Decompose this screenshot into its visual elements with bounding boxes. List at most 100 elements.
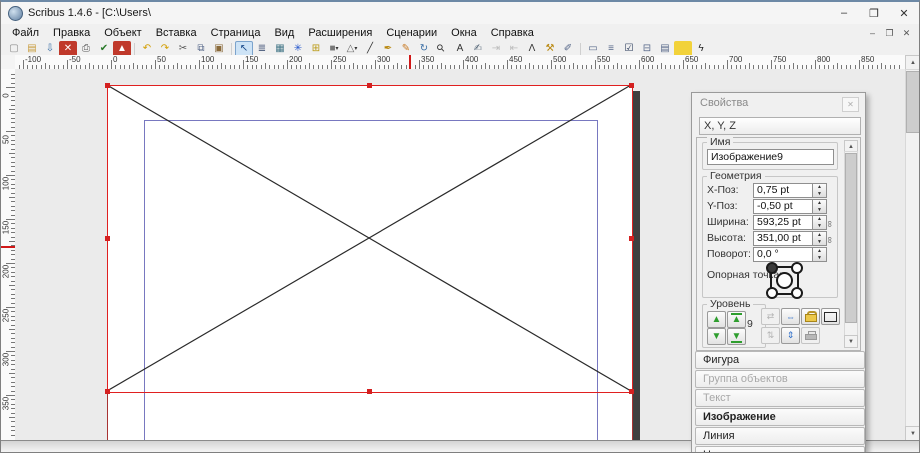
basepoint-bottom-left[interactable]	[766, 287, 778, 299]
level-group: Уровень 9 ▲▲▼▼	[702, 304, 766, 348]
menu-file[interactable]: Файл	[5, 25, 46, 41]
mdi-minimize-button[interactable]: –	[864, 28, 881, 39]
mouse-position-mark	[1, 246, 15, 248]
selection-handle[interactable]	[629, 83, 634, 88]
basepoint-selector[interactable]	[763, 261, 803, 297]
tick	[331, 60, 332, 69]
palette-close-button[interactable]: ✕	[842, 97, 859, 112]
menu-windows[interactable]: Окна	[444, 25, 484, 41]
height-field[interactable]: 351,00 pt▲▼	[753, 231, 827, 246]
flip-horizontal-group-button: ⇄	[761, 308, 780, 325]
basepoint-top-right[interactable]	[791, 262, 803, 274]
selection-handle[interactable]	[367, 389, 372, 394]
selection-handle[interactable]	[105, 236, 110, 241]
width-spinner[interactable]: ▲▼	[812, 215, 827, 230]
tab-image[interactable]: Изображение	[695, 408, 865, 426]
restore-button[interactable]: ❐	[859, 2, 889, 24]
selection-handle[interactable]	[105, 389, 110, 394]
menu-script[interactable]: Сценарии	[379, 25, 444, 41]
y-pos-spinner[interactable]: ▲▼	[812, 199, 827, 214]
rotation-label: Поворот:	[707, 248, 751, 260]
basepoint-top-left[interactable]	[766, 262, 778, 274]
ruler-label: 800	[817, 55, 830, 64]
panel-scroll-down-arrow[interactable]: ▼	[844, 335, 858, 348]
menu-page[interactable]: Страница	[204, 25, 268, 41]
y-pos-label: Y-Поз:	[707, 200, 738, 212]
x-pos-value[interactable]: 0,75 pt	[753, 183, 812, 198]
ruler-label: 400	[465, 55, 478, 64]
height-spinner[interactable]: ▲▼	[812, 231, 827, 246]
menu-insert[interactable]: Вставка	[149, 25, 204, 41]
rotation-value[interactable]: 0,0 °	[753, 247, 812, 262]
lower-to-bottom-button[interactable]: ▼	[727, 328, 746, 345]
y-pos-field[interactable]: -0,50 pt▲▼	[753, 199, 827, 214]
tab-line[interactable]: Линия	[695, 427, 865, 445]
lock-object-button[interactable]	[801, 308, 820, 325]
rotation-spinner[interactable]: ▲▼	[812, 247, 827, 262]
ruler-label: 150	[245, 55, 258, 64]
xyz-content: Имя Изображение9 Геометрия ∞ ∞ Опорная т…	[696, 137, 861, 351]
x-pos-spinner[interactable]: ▲▼	[812, 183, 827, 198]
minimize-button[interactable]: –	[829, 2, 859, 24]
menu-extras[interactable]: Расширения	[301, 25, 379, 41]
tick	[859, 60, 860, 69]
name-input[interactable]: Изображение9	[707, 149, 834, 165]
tick	[771, 60, 772, 69]
level-value: 9	[747, 318, 753, 330]
flip-vertical-button[interactable]: ⇕	[781, 327, 800, 344]
width-field[interactable]: 593,25 pt▲▼	[753, 215, 827, 230]
basepoint-center[interactable]	[776, 272, 793, 289]
ruler-label: 600	[641, 55, 654, 64]
tick	[287, 60, 288, 69]
mdi-restore-button[interactable]: ❐	[881, 28, 898, 39]
mdi-close-button[interactable]: ✕	[898, 28, 915, 39]
selection-handle[interactable]	[629, 236, 634, 241]
raise-to-top-button[interactable]: ▲	[727, 311, 746, 328]
raise-button[interactable]: ▲	[707, 311, 726, 328]
tab-xyz[interactable]: X, Y, Z	[699, 117, 861, 135]
menu-items: ФайлПравкаОбъектВставкаСтраницаВидРасшир…	[5, 25, 541, 41]
ruler-label: 750	[773, 55, 786, 64]
tick	[463, 60, 464, 69]
selection-handle[interactable]	[105, 83, 110, 88]
page-shadow	[633, 91, 640, 440]
close-button[interactable]: ✕	[889, 2, 919, 24]
ruler-origin-box[interactable]	[1, 55, 16, 70]
menu-item[interactable]: Объект	[97, 25, 148, 41]
tab-group: Группа объектов	[695, 370, 865, 388]
ruler-label: 50	[157, 55, 166, 64]
selection-handle[interactable]	[629, 389, 634, 394]
toggle-printing-button	[801, 327, 820, 344]
menu-help[interactable]: Справка	[484, 25, 541, 41]
tick	[815, 60, 816, 69]
ruler-label: 450	[509, 55, 522, 64]
lower-button[interactable]: ▼	[707, 328, 726, 345]
ruler-label: 50	[2, 127, 11, 153]
x-pos-field[interactable]: 0,75 pt▲▼	[753, 183, 827, 198]
ruler-label: 0	[113, 55, 117, 64]
vertical-ruler[interactable]: 050100150200250300350	[1, 69, 16, 440]
tab-shape[interactable]: Фигура	[695, 351, 865, 369]
flip-horizontal-button[interactable]: ⇔	[781, 308, 800, 325]
window-title: Scribus 1.4.6 - [C:\Users\	[28, 7, 151, 19]
menu-edit[interactable]: Правка	[46, 25, 97, 41]
height-value[interactable]: 351,00 pt	[753, 231, 812, 246]
rotation-field[interactable]: 0,0 °▲▼	[753, 247, 827, 262]
canvas-scrollbar-thumb[interactable]	[906, 71, 920, 133]
y-pos-value[interactable]: -0,50 pt	[753, 199, 812, 214]
image-frame-selection[interactable]	[107, 85, 633, 393]
menu-view[interactable]: Вид	[267, 25, 301, 41]
selection-handle[interactable]	[367, 83, 372, 88]
width-value[interactable]: 593,25 pt	[753, 215, 812, 230]
lock-size-button[interactable]	[821, 308, 840, 325]
ruler-label: 650	[685, 55, 698, 64]
level-group-label: Уровень	[707, 298, 753, 310]
panel-scrollbar-thumb[interactable]	[845, 153, 857, 323]
tick	[375, 60, 376, 69]
horizontal-ruler[interactable]: -100-50050100150200250300350400450500550…	[15, 55, 905, 70]
ruler-label: -50	[69, 55, 81, 64]
ruler-label: 250	[333, 55, 346, 64]
tick	[155, 60, 156, 69]
basepoint-bottom-right[interactable]	[791, 287, 803, 299]
window-controls: – ❐ ✕	[829, 2, 919, 24]
